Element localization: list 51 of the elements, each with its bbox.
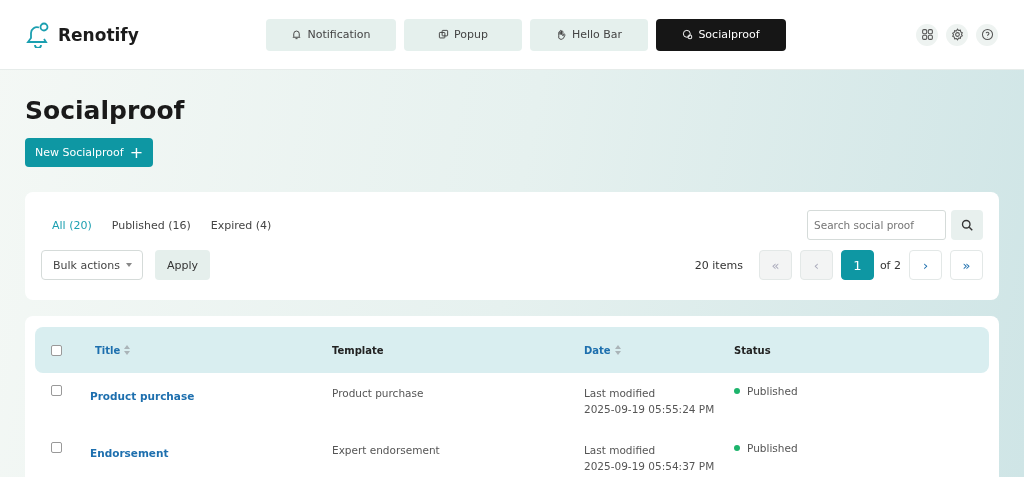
page-title: Socialproof xyxy=(25,96,186,125)
search-field[interactable]: Search social proof xyxy=(807,210,946,240)
bulk-actions-dropdown[interactable]: Bulk actions xyxy=(41,250,143,280)
select-all-checkbox[interactable] xyxy=(51,344,62,356)
column-header[interactable]: Title xyxy=(95,344,332,356)
sort-icon[interactable] xyxy=(124,345,131,355)
pagination-button[interactable]: 1 xyxy=(840,250,874,280)
bell-logo-icon xyxy=(26,21,50,48)
search-button[interactable] xyxy=(951,210,983,240)
pagination-button[interactable]: › xyxy=(909,250,942,280)
title-link[interactable]: Product purchase xyxy=(90,390,195,402)
overlapping-squares-icon xyxy=(438,29,450,40)
nav-tab[interactable]: Hello Bar xyxy=(530,18,648,51)
grid-icon xyxy=(920,28,934,41)
title-link[interactable]: Endorsement xyxy=(90,447,169,459)
brand-name: Renotify xyxy=(58,24,139,45)
hand-icon xyxy=(555,29,567,40)
help-icon xyxy=(980,28,994,41)
apps-grid-button[interactable] xyxy=(916,23,938,46)
bell-icon xyxy=(291,29,303,40)
date-label: Last modified xyxy=(584,386,657,401)
pagination-button[interactable]: » xyxy=(950,250,983,280)
caret-icon xyxy=(126,263,132,267)
settings-button[interactable] xyxy=(946,23,968,46)
filter-tab[interactable]: All (20) xyxy=(52,218,92,232)
template-cell-text: Expert endorsement xyxy=(332,443,441,458)
row-checkbox[interactable] xyxy=(51,385,62,396)
column-header: Template xyxy=(332,344,385,356)
date-value: 2025-09-19 05:55:24 PM xyxy=(584,402,716,417)
status: Published xyxy=(734,385,989,397)
filter-tab[interactable]: Published (16) xyxy=(111,218,191,232)
page-total: of 2 xyxy=(879,258,901,272)
date-value: 2025-09-19 05:54:37 PM xyxy=(584,459,716,474)
help-button[interactable] xyxy=(976,23,998,46)
filter-tab[interactable]: Expired (4) xyxy=(210,218,272,232)
apply-button[interactable]: Apply xyxy=(155,250,211,280)
date-label: Last modified xyxy=(584,443,657,458)
row-checkbox[interactable] xyxy=(51,442,62,453)
nav-tab[interactable]: Popup xyxy=(404,18,522,51)
item-count: 20 items xyxy=(694,258,743,272)
column-header: Status xyxy=(734,344,772,356)
status: Published xyxy=(734,442,989,454)
search-icon xyxy=(961,219,973,231)
settings-icon xyxy=(950,28,964,41)
template-cell-text: Product purchase xyxy=(332,386,425,401)
column-header[interactable]: Date xyxy=(584,344,734,356)
new-socialproof-button[interactable]: New Socialproof + xyxy=(25,138,154,167)
sort-icon[interactable] xyxy=(614,345,621,355)
nav-tab[interactable]: Socialproof xyxy=(656,18,786,51)
nav-tab[interactable]: Notification xyxy=(266,18,396,51)
badge-icon xyxy=(682,29,694,40)
